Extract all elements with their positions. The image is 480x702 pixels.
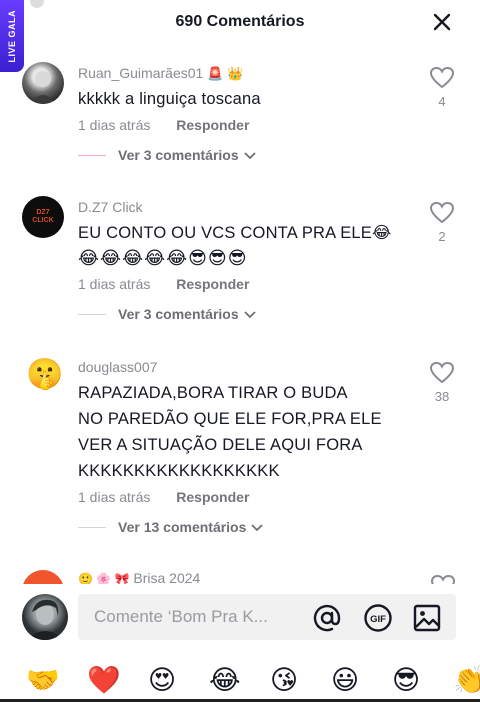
like-count: 38: [434, 389, 450, 404]
view-replies-label: Ver 13 comentários: [118, 519, 247, 535]
avatar[interactable]: [22, 62, 64, 104]
quick-emoji-sunglasses[interactable]: 😎: [392, 664, 420, 696]
avatar[interactable]: DZ7 CLICK: [22, 196, 64, 238]
heart-outline-icon: [429, 361, 455, 384]
heart-outline-icon: [430, 574, 456, 584]
mention-button[interactable]: [312, 603, 341, 632]
quick-emoji-heart-eyes[interactable]: 😍: [148, 664, 176, 696]
like-button[interactable]: [428, 66, 456, 95]
avatar-emoji: 🤫: [26, 358, 64, 391]
comment-username[interactable]: Ruan_Guimarães01 🚨 👑: [78, 65, 243, 82]
close-button[interactable]: [430, 10, 454, 34]
heart-outline-icon: [429, 66, 455, 89]
quick-emoji-heart[interactable]: ❤️: [87, 664, 121, 696]
comment-text: VER A SITUAÇÃO DELE AQUI FORA: [78, 436, 363, 454]
replies-divider: [78, 526, 106, 528]
comment-text: NO PAREDÃO QUE ELE FOR,PRA ELE: [78, 410, 382, 428]
avatar[interactable]: [22, 570, 64, 584]
comment-meta: 1 dias atrás Responder: [78, 489, 249, 505]
comment-username[interactable]: douglass007: [78, 359, 157, 375]
svg-text:GIF: GIF: [370, 614, 386, 625]
image-icon: [413, 604, 441, 632]
username-emoji: 🚨 👑: [207, 66, 244, 81]
close-icon: [433, 13, 451, 31]
comment-input[interactable]: [94, 594, 294, 640]
comment-time: 1 dias atrás: [78, 117, 151, 133]
view-replies-button[interactable]: Ver 3 comentários: [78, 147, 257, 163]
comment-input-bar: GIF: [0, 588, 480, 646]
comment-text: EU CONTO OU VCS CONTA PRA ELE😂: [78, 224, 392, 242]
reply-button[interactable]: Responder: [176, 276, 249, 292]
quick-emoji-clap[interactable]: 👏: [453, 664, 480, 696]
quick-emoji-kiss[interactable]: 😘: [270, 664, 298, 696]
username-prefix-emoji: 🙂 🌸 🎀: [78, 572, 130, 584]
avatar-logo: DZ7 CLICK: [32, 209, 54, 224]
gif-icon: GIF: [364, 604, 392, 632]
reply-button[interactable]: Responder: [176, 117, 249, 133]
chevron-down-icon: [243, 311, 256, 319]
comment-text-emojis: 😂😂😂😂😂😎😎😎: [78, 248, 248, 268]
comment-item-partial: 🙂 🌸 🎀 Brisa 2024: [0, 566, 480, 584]
comment-meta: 1 dias atrás Responder: [78, 117, 249, 133]
like-count: 2: [438, 229, 446, 244]
comments-count-title: 690 Comentários: [175, 13, 305, 30]
image-button[interactable]: [412, 603, 441, 632]
chevron-down-icon: [243, 152, 256, 160]
comment-username[interactable]: D.Z7 Click: [78, 199, 143, 215]
comment-time: 1 dias atrás: [78, 489, 151, 505]
current-user-avatar: [22, 594, 68, 640]
replies-divider: [78, 313, 106, 315]
avatar-photo: [26, 599, 64, 640]
like-button[interactable]: [428, 361, 456, 390]
gif-button[interactable]: GIF: [363, 603, 392, 632]
comment-username[interactable]: 🙂 🌸 🎀 Brisa 2024: [78, 570, 200, 584]
view-replies-label: Ver 3 comentários: [118, 306, 239, 322]
comment-meta: 1 dias atrás Responder: [78, 276, 249, 292]
like-button[interactable]: [430, 574, 456, 584]
avatar-photo: [30, 71, 56, 104]
comment-input-box[interactable]: GIF: [78, 594, 456, 640]
comment-text: KKKKKKKKKKKKKKKKKK: [78, 462, 280, 480]
chevron-down-icon: [251, 524, 264, 532]
like-count: 4: [438, 94, 446, 109]
quick-emoji-handshake[interactable]: 🤝: [26, 664, 60, 696]
view-replies-button[interactable]: Ver 13 comentários: [78, 519, 264, 535]
view-replies-label: Ver 3 comentários: [118, 147, 239, 163]
quick-emoji-smile[interactable]: 😃: [331, 664, 359, 696]
comment-time: 1 dias atrás: [78, 276, 151, 292]
replies-divider: [78, 154, 106, 156]
comment-text: RAPAZIADA,BORA TIRAR O BUDA: [78, 384, 348, 402]
reply-button[interactable]: Responder: [176, 489, 249, 505]
quick-emoji-laughing[interactable]: 😂: [209, 664, 241, 696]
comments-header: 690 Comentários: [0, 0, 480, 44]
like-button[interactable]: [428, 201, 456, 230]
comment-text: kkkkk a linguiça toscana: [78, 90, 261, 108]
view-replies-button[interactable]: Ver 3 comentários: [78, 306, 257, 322]
avatar[interactable]: 🤫: [26, 357, 64, 393]
at-icon: [313, 604, 341, 632]
heart-outline-icon: [429, 201, 455, 224]
